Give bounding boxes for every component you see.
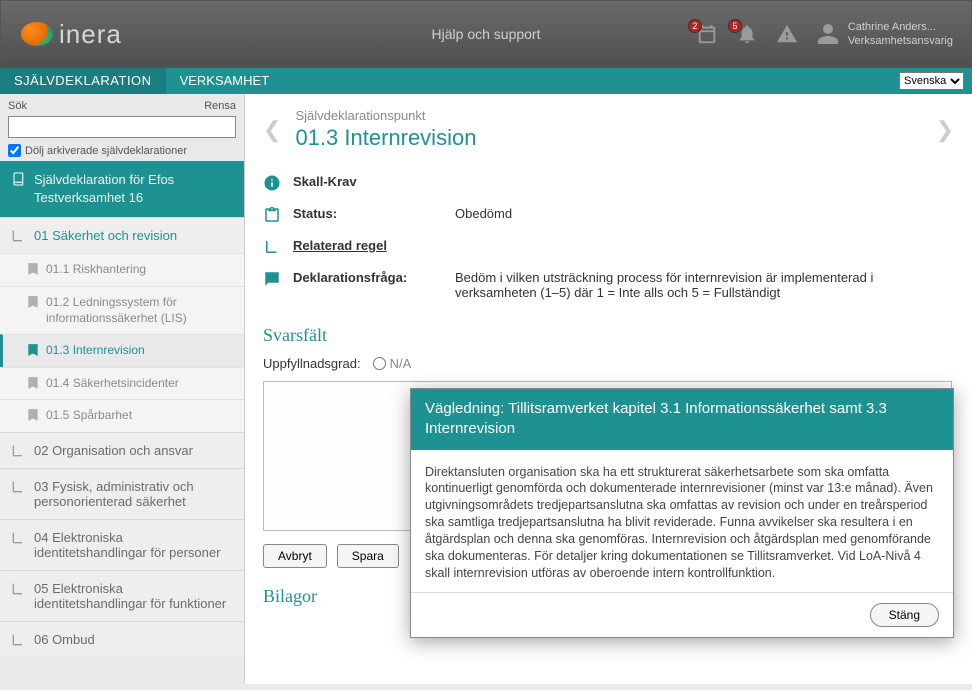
modal-body: Direktansluten organisation ska ha ett s…: [411, 450, 953, 593]
status-value: Obedömd: [455, 206, 954, 221]
clear-search-link[interactable]: Rensa: [204, 100, 236, 112]
sidebar-item-01-1[interactable]: 01.1 Riskhantering: [0, 253, 244, 286]
top-nav: SJÄLVDEKLARATION VERKSAMHET Svenska: [0, 68, 972, 94]
logo-text: inera: [59, 19, 122, 50]
cancel-button[interactable]: Avbryt: [263, 544, 327, 568]
status-label: Status:: [293, 206, 443, 221]
sidebar-item-01-3[interactable]: 01.3 Internrevision: [0, 334, 244, 367]
page-title: 01.3 Internrevision: [295, 125, 476, 151]
guidance-modal: Vägledning: Tillitsramverket kapitel 3.1…: [410, 388, 954, 638]
sidebar: Sök Rensa Dölj arkiverade självdeklarati…: [0, 94, 245, 684]
user-role: Verksamhetsansvarig: [848, 34, 953, 48]
info-icon: [263, 174, 281, 192]
sidebar-group-01[interactable]: 01 Säkerhet och revision: [0, 217, 244, 253]
alert-icon[interactable]: [776, 23, 798, 45]
requirement-label: Skall-Krav: [293, 174, 443, 189]
sidebar-group-06[interactable]: 06 Ombud: [0, 621, 244, 657]
search-input[interactable]: [8, 116, 236, 138]
save-button[interactable]: Spara: [337, 544, 399, 568]
status-icon: [263, 206, 281, 224]
related-rule-link[interactable]: Relaterad regel: [293, 238, 387, 253]
calendar-icon[interactable]: 2: [696, 23, 718, 45]
user-menu[interactable]: Cathrine Anders... Verksamhetsansvarig: [816, 20, 953, 49]
answer-section-title: Svarsfält: [263, 325, 954, 346]
breadcrumb-sup: Självdeklarationspunkt: [295, 108, 476, 123]
sidebar-group-03[interactable]: 03 Fysisk, administrativ och personorien…: [0, 468, 244, 519]
rule-icon: [263, 238, 281, 256]
radio-na[interactable]: N/A: [373, 356, 412, 371]
modal-title: Vägledning: Tillitsramverket kapitel 3.1…: [411, 389, 953, 450]
bell-badge: 5: [728, 19, 742, 33]
tree-root[interactable]: Självdeklaration för Efos Testverksamhet…: [0, 161, 244, 217]
app-header: inera Hjälp och support 2 5 Cathrine And…: [0, 0, 972, 68]
language-select[interactable]: Svenska: [899, 72, 964, 90]
help-support-link[interactable]: Hjälp och support: [432, 26, 541, 42]
question-icon: [263, 270, 281, 288]
search-label: Sök: [8, 100, 27, 112]
calendar-badge: 2: [688, 19, 702, 33]
question-label: Deklarationsfråga:: [293, 270, 443, 285]
modal-close-button[interactable]: Stäng: [870, 603, 939, 627]
tab-verksamhet[interactable]: VERKSAMHET: [166, 68, 284, 94]
prev-arrow[interactable]: ❮: [263, 117, 281, 143]
sidebar-group-05[interactable]: 05 Elektroniska identitetshandlingar för…: [0, 570, 244, 621]
sidebar-item-01-2[interactable]: 01.2 Ledningssystem för informationssäke…: [0, 286, 244, 334]
next-arrow[interactable]: ❯: [936, 117, 954, 143]
question-value: Bedöm i vilken utsträckning process för …: [455, 270, 954, 300]
fulfilment-label: Uppfyllnadsgrad:: [263, 356, 361, 371]
logo: inera: [21, 19, 122, 50]
sidebar-item-01-5[interactable]: 01.5 Spårbarhet: [0, 399, 244, 432]
sidebar-group-02[interactable]: 02 Organisation och ansvar: [0, 432, 244, 468]
sidebar-item-01-4[interactable]: 01.4 Säkerhetsincidenter: [0, 367, 244, 400]
tab-selfdeclaration[interactable]: SJÄLVDEKLARATION: [0, 68, 166, 94]
logo-mark-icon: [21, 22, 53, 46]
bell-icon[interactable]: 5: [736, 23, 758, 45]
hide-archived-checkbox[interactable]: Dölj arkiverade självdeklarationer: [8, 144, 236, 157]
user-name: Cathrine Anders...: [848, 20, 953, 34]
hide-archived-input[interactable]: [8, 144, 21, 157]
sidebar-group-04[interactable]: 04 Elektroniska identitetshandlingar för…: [0, 519, 244, 570]
